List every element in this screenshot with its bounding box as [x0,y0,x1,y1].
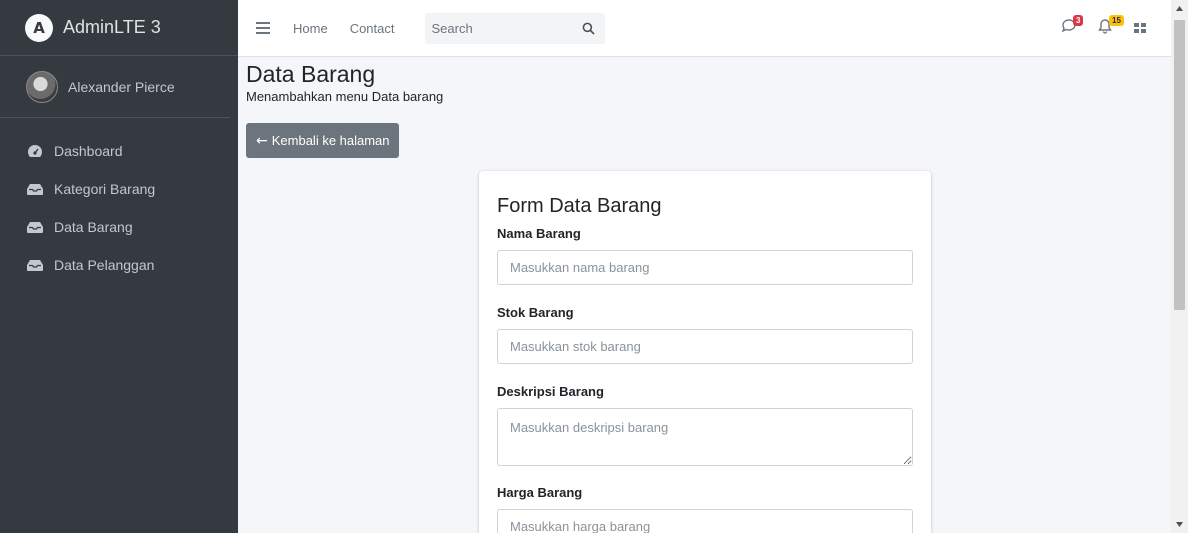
brand-logo-letter: A [33,18,45,37]
grid-icon [1134,23,1146,33]
nav-contact-link[interactable]: Contact [350,21,395,36]
menu-toggle-icon[interactable] [256,22,270,34]
notifications-dropdown[interactable]: 15 [1097,15,1124,38]
inbox-icon [27,182,43,196]
harga-barang-input[interactable] [497,509,913,533]
inbox-icon [27,220,43,234]
sidebar-item-label: Data Barang [54,219,133,235]
sidebar-item-label: Dashboard [54,143,123,159]
sidebar-item-dashboard[interactable]: Dashboard [0,132,238,170]
nama-barang-label: Nama Barang [497,226,581,241]
page-subtitle: Menambahkan menu Data barang [246,89,444,104]
nav-home-link[interactable]: Home [293,21,328,36]
content-header: Data Barang Menambahkan menu Data barang [246,60,443,104]
avatar [26,70,58,103]
harga-barang-label: Harga Barang [497,485,583,500]
page-scrollbar[interactable] [1171,0,1188,533]
dashboard-icon [27,144,43,158]
brand-logo-icon: A [25,13,53,42]
search-input[interactable] [431,20,562,36]
scrollbar-thumb[interactable] [1174,20,1185,310]
sidebar-menu: Dashboard Kategori Barang Data Barang Da… [0,132,238,284]
notifications-badge: 15 [1109,15,1124,26]
apps-button[interactable] [1133,18,1153,38]
deskripsi-barang-label: Deskripsi Barang [497,384,604,399]
sidebar-item-kategori-barang[interactable]: Kategori Barang [0,170,238,208]
sidebar-item-label: Kategori Barang [54,181,156,197]
sidebar-item-data-pelanggan[interactable]: Data Pelanggan [0,246,238,284]
search-icon[interactable] [582,22,595,35]
form-card: Form Data Barang Nama Barang Stok Barang… [479,171,931,533]
user-panel[interactable]: Alexander Pierce [0,56,230,118]
sidebar-item-data-barang[interactable]: Data Barang [0,208,238,246]
deskripsi-barang-textarea[interactable] [497,408,913,466]
messages-dropdown[interactable]: 3 [1061,15,1084,38]
stok-barang-input[interactable] [497,329,913,364]
sidebar-item-label: Data Pelanggan [54,257,155,273]
scroll-up-icon[interactable] [1171,0,1188,17]
messages-badge: 3 [1073,15,1084,26]
form-title: Form Data Barang [497,195,662,217]
page-title: Data Barang [246,61,376,87]
main-sidebar: A AdminLTE 3 Alexander Pierce Dashboard … [0,0,238,533]
scroll-down-icon[interactable] [1171,516,1188,533]
arrow-left-icon: ← [256,132,268,149]
back-button-label: Kembali ke halaman [271,133,390,148]
navbar-search [424,12,605,44]
navbar-right-icons: 3 15 [1045,15,1153,38]
brand-text: AdminLTE 3 [63,17,161,37]
user-name: Alexander Pierce [68,78,175,95]
nama-barang-input[interactable] [497,250,913,285]
brand-link[interactable]: A AdminLTE 3 [0,0,238,56]
inbox-icon [27,258,43,272]
stok-barang-label: Stok Barang [497,305,574,320]
top-navbar: Home Contact 3 15 [238,0,1171,57]
back-button[interactable]: ← Kembali ke halaman [246,123,399,158]
